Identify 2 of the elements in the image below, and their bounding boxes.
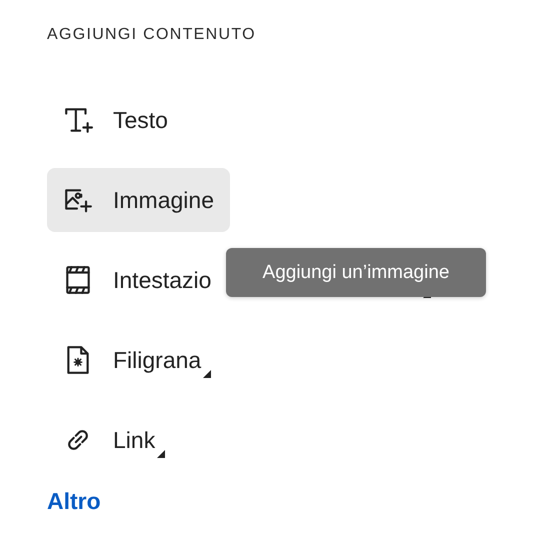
section-heading: AGGIUNGI CONTENUTO <box>47 26 257 45</box>
tooltip: Aggiungi un’immagine <box>226 248 486 297</box>
